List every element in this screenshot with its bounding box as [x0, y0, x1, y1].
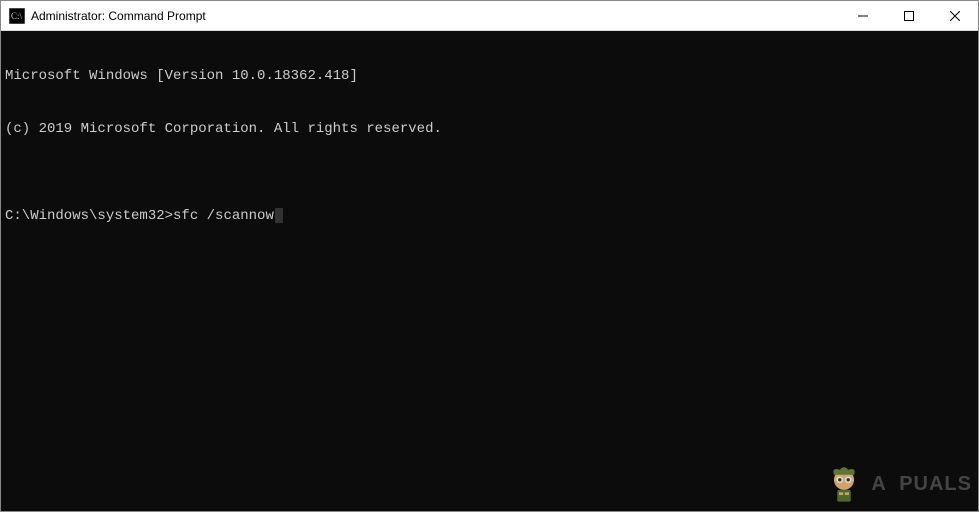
minimize-button[interactable] — [840, 1, 886, 30]
minimize-icon — [858, 11, 868, 21]
mascot-icon — [823, 463, 865, 505]
terminal-area[interactable]: Microsoft Windows [Version 10.0.18362.41… — [1, 31, 978, 511]
command-input: sfc /scannow — [173, 208, 274, 226]
command-prompt-window: C:\ Administrator: Command Prompt — [0, 0, 979, 512]
maximize-icon — [904, 11, 914, 21]
prompt-path: C:\Windows\system32> — [5, 208, 173, 226]
close-icon — [950, 11, 960, 21]
window-controls — [840, 1, 978, 30]
titlebar[interactable]: C:\ Administrator: Command Prompt — [1, 1, 978, 31]
watermark-text: A PUALS — [871, 472, 972, 497]
prompt-line: C:\Windows\system32>sfc /scannow — [5, 208, 974, 226]
cmd-icon: C:\ — [9, 8, 25, 24]
copyright-line: (c) 2019 Microsoft Corporation. All righ… — [5, 121, 974, 139]
window-title: Administrator: Command Prompt — [31, 9, 840, 23]
version-line: Microsoft Windows [Version 10.0.18362.41… — [5, 68, 974, 86]
svg-text:C:\: C:\ — [11, 11, 23, 21]
close-button[interactable] — [932, 1, 978, 30]
watermark: A PUALS — [823, 463, 972, 505]
maximize-button[interactable] — [886, 1, 932, 30]
cursor — [275, 208, 283, 223]
